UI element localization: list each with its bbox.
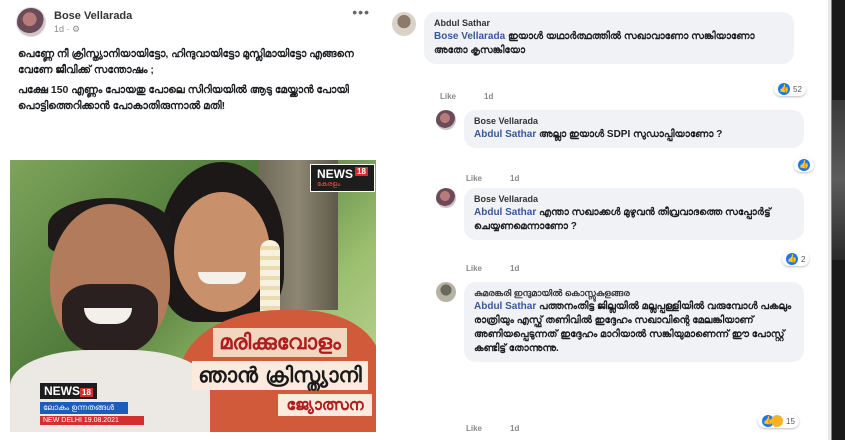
commenter-avatar[interactable]: [436, 188, 456, 208]
comment-time: 1d: [484, 92, 494, 101]
headline-line-3: ജ്യോത്സന: [278, 394, 372, 416]
reaction-number: 52: [793, 84, 802, 94]
news-logo-subtitle: കേരളം: [317, 181, 341, 188]
post-timestamp[interactable]: 1d · ⚙: [54, 24, 132, 35]
reply-tag[interactable]: Abdul Sathar: [474, 207, 536, 218]
commenter-name[interactable]: Bose Vellarada: [474, 114, 794, 128]
comments-section: Abdul Sathar Bose Vellarada ഇയാൾ യഥാർത്ഥ…: [388, 0, 828, 440]
author-block: Bose Vellarada 1d · ⚙: [54, 10, 132, 35]
news-tagline: ലോകം ഉന്നതങ്ങൾ: [40, 402, 128, 414]
more-options-icon[interactable]: •••: [352, 4, 370, 20]
like-icon: 👍: [798, 159, 810, 171]
comment: കുമരങ്കരി ഇന്ദുമായിൽ കൊസ്സുകുളങ്ങര Abdul…: [436, 282, 804, 362]
reaction-count[interactable]: 👍: [794, 158, 814, 172]
jasmine-flowers: [260, 240, 280, 320]
comment-actions: Like 1d: [466, 174, 519, 183]
news-logo-number: 18: [355, 167, 368, 176]
post-paragraph: പക്ഷേ 150 എണ്ണം പോയതു പോലെ സിറിയയിൽ ആടു …: [18, 84, 349, 112]
like-icon: 👍: [778, 83, 790, 95]
comment-time: 1d: [510, 264, 520, 273]
commenter-name[interactable]: കുമരങ്കരി ഇന്ദുമായിൽ കൊസ്സുകുളങ്ങര: [474, 286, 794, 300]
headline-line-2: ഞാൻ ക്രിസ്ത്യാനി: [192, 361, 368, 390]
news-dateline: NEW DELHI 19.08.2021: [40, 416, 144, 425]
comment-time: 1d: [510, 424, 520, 433]
haha-icon: [771, 415, 783, 427]
comment-text: അല്ലാ ഇയാൾ SDPI സുഡാപ്പിയാണോ ?: [539, 129, 723, 140]
woman-face: [174, 192, 270, 312]
adjacent-image-strip: [828, 0, 845, 440]
reply-tag[interactable]: Abdul Sathar: [474, 129, 536, 140]
facebook-post: Bose Vellarada 1d · ⚙ ••• പെണ്ണേ നീ ക്രി…: [0, 0, 388, 440]
like-icon: 👍: [786, 253, 798, 265]
commenter-avatar[interactable]: [392, 12, 416, 36]
news-logo-text: NEWS: [317, 167, 353, 181]
comment: Bose Vellarada Abdul Sathar അല്ലാ ഇയാൾ S…: [436, 110, 804, 148]
post-author-name[interactable]: Bose Vellarada: [54, 10, 132, 22]
comment-bubble: Bose Vellarada Abdul Sathar അല്ലാ ഇയാൾ S…: [464, 110, 804, 148]
like-link[interactable]: Like: [466, 264, 482, 273]
news18-logo-bottom: NEWS 18 ലോകം ഉന്നതങ്ങൾ NEW DELHI 19.08.20…: [40, 382, 144, 425]
like-link[interactable]: Like: [466, 424, 482, 433]
image-headline: മരിക്കുവോളം ഞാൻ ക്രിസ്ത്യാനി ജ്യോത്സന: [186, 328, 374, 416]
like-link[interactable]: Like: [440, 92, 456, 101]
reaction-number: 15: [786, 416, 795, 426]
headline-line-1: മരിക്കുവോളം: [213, 328, 347, 357]
strip-photo-fragment: [832, 100, 845, 260]
news-logo-text: NEWS 18: [40, 383, 97, 399]
woman-smile: [198, 272, 246, 284]
reaction-count[interactable]: 👍 15: [758, 414, 799, 428]
commenter-name[interactable]: Bose Vellarada: [474, 192, 794, 206]
comment-bubble: Bose Vellarada Abdul Sathar എന്താ സഖാക്ക…: [464, 188, 804, 240]
comment-actions: Like 1d: [440, 92, 493, 101]
comment-bubble: Abdul Sathar Bose Vellarada ഇയാൾ യഥാർത്ഥ…: [424, 12, 794, 64]
author-avatar[interactable]: [16, 7, 46, 37]
comment: Bose Vellarada Abdul Sathar എന്താ സഖാക്ക…: [436, 188, 804, 240]
news-logo-word: NEWS: [44, 384, 80, 398]
news-logo-number: 18: [80, 388, 93, 397]
post-header: Bose Vellarada 1d · ⚙: [16, 6, 132, 38]
like-link[interactable]: Like: [466, 174, 482, 183]
post-text: പെണ്ണേ നീ ക്രിസ്ത്യാനിയായിട്ടോ, ഹിന്ദുവാ…: [18, 46, 368, 118]
comment-time: 1d: [510, 174, 520, 183]
reply-tag[interactable]: Bose Vellarada: [434, 31, 505, 42]
reply-tag[interactable]: Abdul Sathar: [474, 301, 536, 312]
post-image[interactable]: NEWS 18 കേരളം മരിക്കുവോളം ഞാൻ ക്രിസ്ത്യാന…: [10, 160, 376, 432]
news18-logo: NEWS 18 കേരളം: [310, 164, 375, 192]
comment: Abdul Sathar Bose Vellarada ഇയാൾ യഥാർത്ഥ…: [392, 12, 794, 64]
commenter-name[interactable]: Abdul Sathar: [434, 16, 784, 30]
comment-actions: Like 1d: [466, 264, 519, 273]
commenter-avatar[interactable]: [436, 282, 456, 302]
comment-bubble: കുമരങ്കരി ഇന്ദുമായിൽ കൊസ്സുകുളങ്ങര Abdul…: [464, 282, 804, 362]
reaction-number: 2: [801, 254, 806, 264]
reaction-count[interactable]: 👍 2: [782, 252, 810, 266]
reaction-count[interactable]: 👍 52: [774, 82, 806, 96]
commenter-avatar[interactable]: [436, 110, 456, 130]
post-paragraph: പെണ്ണേ നീ ക്രിസ്ത്യാനിയായിട്ടോ, ഹിന്ദുവാ…: [18, 48, 354, 76]
comment-actions: Like 1d: [466, 424, 519, 433]
